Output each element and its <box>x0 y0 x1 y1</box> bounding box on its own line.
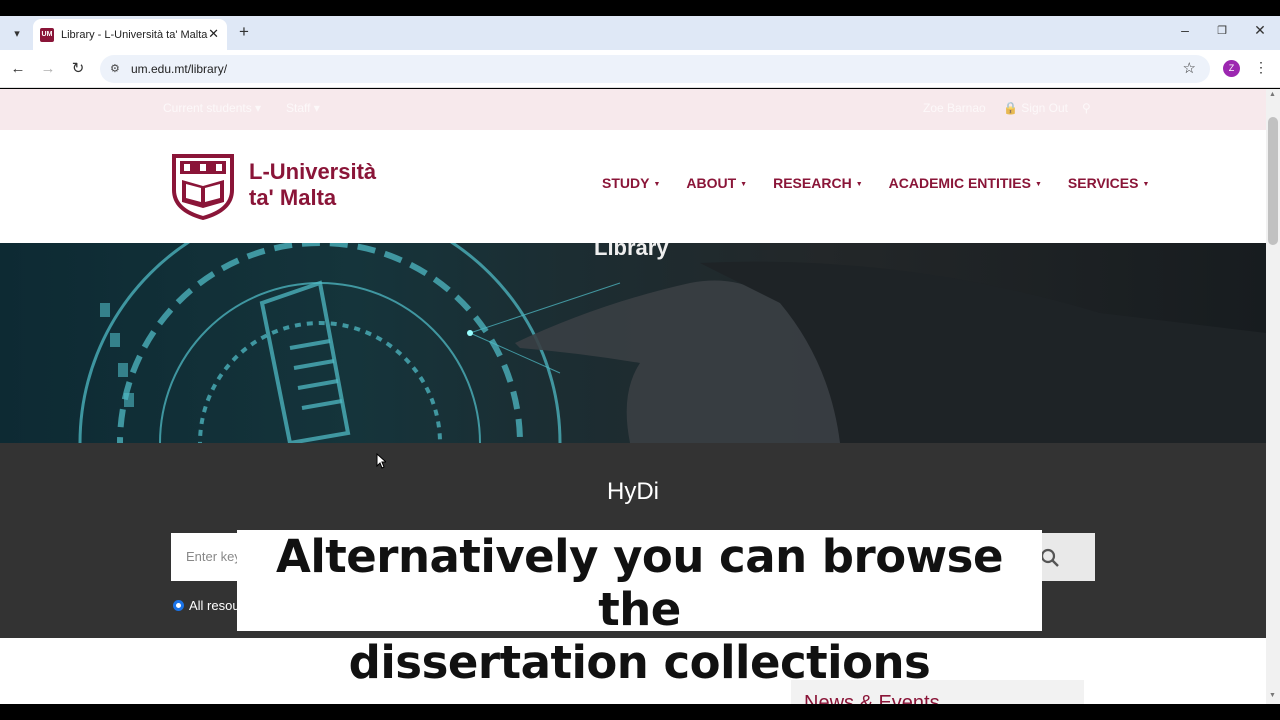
browser-toolbar: ← → ↻ ⚙ um.edu.mt/library/ ☆ <box>0 50 1280 88</box>
university-name[interactable]: L-Università ta' Malta <box>249 159 376 211</box>
hydi-title: HyDi <box>607 478 659 505</box>
close-window-icon[interactable]: ✕ <box>1251 22 1269 39</box>
nav-academic-entities[interactable]: ACADEMIC ENTITIES ▼ <box>889 175 1042 191</box>
main-header: L-Università ta' Malta STUDY ▼ ABOUT ▼ RES… <box>0 130 1266 243</box>
um-favicon-icon: UM <box>40 27 54 42</box>
current-students-link[interactable]: Current students ▾ <box>163 101 261 115</box>
site-info-icon[interactable]: ⚙ <box>110 62 120 75</box>
hero-image <box>78 243 1266 443</box>
browser-tab[interactable]: UM Library - L-Università ta' Malta ✕ <box>33 19 227 50</box>
caret-down-icon: ▼ <box>855 180 863 188</box>
restore-icon[interactable]: ❐ <box>1213 24 1231 37</box>
caret-down-icon: ▼ <box>1142 180 1150 188</box>
screen: ▾ UM Library - L-Università ta' Malta ✕ … <box>0 0 1280 720</box>
tab-title: Library - L-Università ta' Malta <box>61 28 208 41</box>
nav-study[interactable]: STUDY ▼ <box>602 175 660 191</box>
magnifier-icon <box>1040 548 1059 567</box>
scroll-thumb[interactable] <box>1268 117 1278 245</box>
nav-about[interactable]: ABOUT ▼ <box>686 175 747 191</box>
mouse-cursor-icon <box>376 453 386 469</box>
close-tab-icon[interactable]: ✕ <box>208 26 219 42</box>
tab-strip: ▾ UM Library - L-Università ta' Malta ✕ … <box>0 16 1280 50</box>
profile-avatar[interactable]: Z <box>1223 60 1240 77</box>
staff-link[interactable]: Staff ▾ <box>286 101 320 115</box>
back-icon[interactable]: ← <box>8 59 28 79</box>
reload-icon[interactable]: ↻ <box>68 59 88 79</box>
forward-icon[interactable]: → <box>38 59 58 79</box>
search-button[interactable] <box>1039 533 1095 581</box>
address-bar[interactable]: ⚙ um.edu.mt/library/ ☆ <box>100 55 1210 83</box>
caption-line-1: Alternatively you can browse the <box>276 530 1003 636</box>
nav-services[interactable]: SERVICES ▼ <box>1068 175 1149 191</box>
hero-banner: Library <box>0 243 1266 443</box>
sign-out-link[interactable]: 🔒 Sign Out <box>1003 101 1068 115</box>
search-icon[interactable]: ⚲ <box>1082 101 1091 115</box>
video-caption: Alternatively you can browse the dissert… <box>237 530 1042 689</box>
scroll-up-icon[interactable]: ▲ <box>1269 91 1276 98</box>
url-text[interactable]: um.edu.mt/library/ <box>131 62 227 76</box>
minimize-icon[interactable]: – <box>1176 22 1194 38</box>
nav-research[interactable]: RESEARCH ▼ <box>773 175 863 191</box>
vertical-scrollbar[interactable]: ▲ ▼ <box>1266 89 1280 704</box>
news-events-title[interactable]: News & Events <box>804 692 940 704</box>
bottom-letterbox <box>0 704 1280 720</box>
caret-down-icon: ▼ <box>740 180 748 188</box>
scroll-down-icon[interactable]: ▼ <box>1269 692 1276 699</box>
hero-title: Library <box>594 243 669 260</box>
bookmark-star-icon[interactable]: ☆ <box>1183 59 1196 77</box>
user-name[interactable]: Zoe Barnao <box>923 101 986 115</box>
main-nav: STUDY ▼ ABOUT ▼ RESEARCH ▼ ACADEMIC ENTITIE… <box>602 175 1149 191</box>
browser-menu-icon[interactable]: ⋮ <box>1254 59 1268 76</box>
caption-line-2: dissertation collections <box>348 636 931 689</box>
radio-button[interactable] <box>173 600 184 611</box>
university-crest-logo[interactable] <box>170 150 236 220</box>
new-tab-icon[interactable]: + <box>236 22 252 42</box>
caret-down-icon: ▼ <box>653 180 661 188</box>
caret-down-icon: ▼ <box>1034 180 1042 188</box>
tab-search-button[interactable]: ▾ <box>6 22 28 44</box>
utility-bar: Current students ▾ Staff ▾ Zoe Barnao 🔒 … <box>0 89 1266 130</box>
